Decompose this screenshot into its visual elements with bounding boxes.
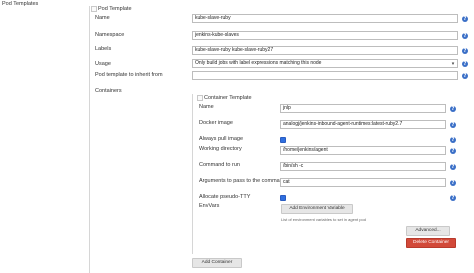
containers-divider [192, 94, 193, 254]
labels-input[interactable]: kube-slave-ruby kube-slave-ruby27 [192, 46, 458, 55]
usage-select[interactable]: Only build jobs with label expressions m… [192, 59, 458, 68]
drag-handle-icon[interactable] [197, 95, 203, 101]
section-divider [89, 6, 90, 273]
always-pull-checkbox[interactable] [280, 137, 286, 143]
help-icon[interactable]: ? [462, 61, 468, 67]
docker-image-label: Docker image [199, 120, 233, 126]
envvars-label: EnvVars [199, 203, 220, 209]
pod-template-header: Pod Template [98, 6, 132, 12]
tty-checkbox[interactable] [280, 195, 286, 201]
args-input[interactable]: cat [280, 178, 446, 187]
usage-selected-value: Only build jobs with label expressions m… [195, 60, 322, 66]
help-icon[interactable]: ? [450, 106, 456, 112]
help-icon[interactable]: ? [462, 33, 468, 39]
help-icon[interactable]: ? [450, 180, 456, 186]
add-container-button[interactable]: Add Container [192, 258, 242, 268]
drag-handle-icon[interactable] [91, 6, 97, 12]
help-icon[interactable]: ? [450, 148, 456, 154]
command-input[interactable]: /bin/sh -c [280, 162, 446, 171]
container-template-header: Container Template [204, 95, 252, 101]
help-icon[interactable]: ? [450, 137, 456, 143]
help-icon[interactable]: ? [462, 48, 468, 54]
help-icon[interactable]: ? [450, 195, 456, 201]
section-title: Pod Templates [2, 1, 39, 7]
args-label: Arguments to pass to the command [199, 178, 286, 184]
inherit-input[interactable] [192, 71, 458, 80]
help-icon[interactable]: ? [462, 73, 468, 79]
namespace-input[interactable]: jenkins-kube-slaves [192, 31, 458, 40]
help-icon[interactable]: ? [450, 164, 456, 170]
envvars-hint: List of environment variables to set in … [281, 217, 366, 222]
help-icon[interactable]: ? [462, 16, 468, 22]
inherit-label: Pod template to inherit from [95, 72, 163, 78]
workdir-input[interactable]: /home/jenkins/agent [280, 146, 446, 155]
container-name-label: Name [199, 104, 214, 110]
docker-image-input[interactable]: analogj/jenkins-inbound-agent-runtimes:l… [280, 120, 446, 129]
delete-container-button[interactable]: Delete Container [406, 238, 456, 248]
always-pull-label: Always pull image [199, 136, 244, 142]
labels-label: Labels [95, 46, 112, 52]
namespace-label: Namespace [95, 32, 125, 38]
advanced-button[interactable]: Advanced... [406, 226, 450, 236]
command-label: Command to run [199, 162, 240, 168]
containers-label: Containers [95, 88, 122, 94]
usage-label: Usage [95, 61, 111, 67]
tty-label: Allocate pseudo-TTY [199, 194, 251, 200]
help-icon[interactable]: ? [450, 122, 456, 128]
container-name-input[interactable]: jnlp [280, 104, 446, 113]
workdir-label: Working directory [199, 146, 242, 152]
add-env-var-button[interactable]: Add Environment Variable [281, 204, 353, 214]
pod-name-label: Name [95, 15, 110, 21]
pod-name-input[interactable]: kube-slave-ruby [192, 14, 458, 23]
chevron-down-icon: ▾ [451, 61, 455, 67]
